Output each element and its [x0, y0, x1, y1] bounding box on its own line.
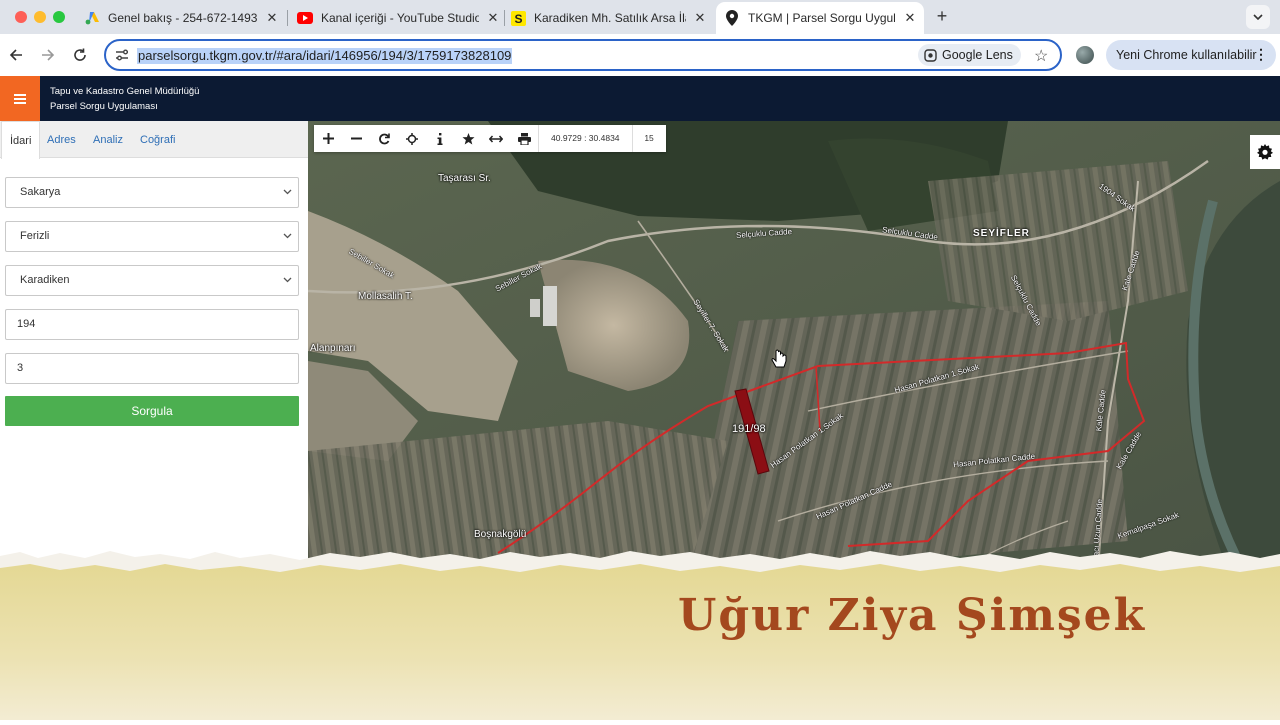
arrow-left-icon: [9, 49, 22, 61]
site-settings-icon[interactable]: [114, 47, 130, 63]
browser-toolbar: parselsorgu.tkgm.gov.tr/#ara/idari/14695…: [0, 34, 1280, 76]
il-value: Sakarya: [20, 186, 61, 198]
app-header: Tapu ve Kadastro Genel Müdürlüğü Parsel …: [0, 76, 1280, 121]
browser-tab-tkgm[interactable]: TKGM | Parsel Sorgu Uygulaması ✕: [716, 2, 924, 34]
crosshair-icon: [406, 132, 418, 145]
minus-icon: [350, 137, 362, 140]
il-select[interactable]: Sakarya: [5, 177, 299, 208]
browser-tab-youtube-studio[interactable]: Kanal içeriği - YouTube Studio ✕: [297, 4, 501, 32]
sahibinden-icon: S: [510, 10, 526, 26]
tab-title: Karadiken Mh. Satılık Arsa İlanı: [534, 11, 686, 25]
address-bar[interactable]: parselsorgu.tkgm.gov.tr/#ara/idari/14695…: [104, 39, 1062, 71]
youtube-icon: [297, 10, 313, 26]
app-title: Tapu ve Kadastro Genel Müdürlüğü Parsel …: [50, 84, 199, 114]
tab-idari[interactable]: İdari: [1, 121, 41, 159]
tab-close-icon[interactable]: ✕: [264, 10, 280, 26]
tab-separator: [504, 10, 505, 26]
chevron-down-icon: [283, 266, 292, 295]
google-ads-icon: [84, 10, 100, 26]
query-tabs: İdari Adres Analiz Coğrafi: [0, 121, 308, 159]
place-label: SEYİFLER: [973, 228, 1030, 239]
google-lens-button[interactable]: Google Lens: [918, 44, 1021, 66]
print-button[interactable]: [510, 125, 538, 152]
refresh-icon: [379, 133, 390, 144]
info-button[interactable]: [426, 125, 454, 152]
tab-title: Genel bakış - 254-672-1493: [108, 11, 258, 25]
zoom-out-button[interactable]: [342, 125, 370, 152]
back-button[interactable]: [6, 45, 26, 65]
window-zoom-button[interactable]: [53, 11, 65, 23]
arrow-right-icon: [42, 49, 55, 61]
tab-close-icon[interactable]: ✕: [692, 10, 708, 26]
satellite-imagery: [308, 121, 1280, 571]
mahalle-select[interactable]: Karadiken: [5, 265, 299, 296]
map-toolbar: 40.9729 : 30.4834 15: [314, 125, 666, 152]
browser-tab-strip: Genel bakış - 254-672-1493 ✕ Kanal içeri…: [0, 0, 1280, 34]
map-view[interactable]: 40.9729 : 30.4834 15 Taşarası Sr. SEYİFL…: [308, 121, 1280, 571]
tab-analiz[interactable]: Analiz: [85, 121, 131, 158]
app-name: Parsel Sorgu Uygulaması: [50, 101, 158, 112]
place-label: Boşnakgölü: [474, 529, 527, 540]
map-settings-button[interactable]: [1250, 135, 1280, 169]
place-label: Taşarası Sr.: [438, 173, 491, 184]
mahalle-value: Karadiken: [20, 274, 70, 286]
svg-text:S: S: [514, 12, 522, 26]
parsel-input[interactable]: 3: [5, 353, 299, 384]
chevron-down-icon: [283, 222, 292, 251]
chevron-down-icon: [1253, 14, 1263, 20]
printer-icon: [517, 132, 531, 145]
lens-icon: [924, 48, 937, 62]
menu-button[interactable]: [0, 76, 40, 121]
coordinate-readout: 40.9729 : 30.4834: [538, 125, 632, 152]
star-icon: [462, 132, 474, 144]
favorite-button[interactable]: [454, 125, 482, 152]
ilce-value: Ferizli: [20, 230, 50, 242]
tab-search-button[interactable]: [1246, 5, 1270, 29]
profile-avatar[interactable]: [1076, 46, 1094, 64]
more-options-icon[interactable]: ⋮: [1254, 46, 1268, 63]
locate-button[interactable]: [398, 125, 426, 152]
horizontal-arrows-icon: [489, 134, 503, 143]
chevron-down-icon: [283, 178, 292, 207]
author-name: Uğur Ziya Şimşek: [678, 590, 1147, 641]
tab-close-icon[interactable]: ✕: [485, 10, 501, 26]
zoom-level: 15: [631, 125, 666, 152]
tab-title: TKGM | Parsel Sorgu Uygulaması: [748, 11, 896, 25]
gear-icon: [1257, 144, 1273, 160]
ada-input[interactable]: 194: [5, 309, 299, 340]
location-pin-icon: [724, 10, 740, 26]
chrome-update-label: Yeni Chrome kullanılabilir: [1116, 48, 1257, 62]
forward-button[interactable]: [38, 45, 58, 65]
google-lens-label: Google Lens: [942, 48, 1013, 62]
measure-button[interactable]: [482, 125, 510, 152]
tab-adres[interactable]: Adres: [39, 121, 84, 158]
window-close-button[interactable]: [15, 11, 27, 23]
tab-cografi[interactable]: Coğrafi: [132, 121, 183, 158]
place-label: Mollasalih T.: [358, 291, 413, 302]
bookmark-star-icon[interactable]: ☆: [1034, 46, 1048, 66]
place-label: Alanpınarı: [310, 343, 356, 354]
hamburger-icon: [14, 93, 26, 104]
ilce-select[interactable]: Ferizli: [5, 221, 299, 252]
plus-icon: [322, 133, 334, 144]
window-minimize-button[interactable]: [34, 11, 46, 23]
chrome-update-button[interactable]: Yeni Chrome kullanılabilir ⋮: [1106, 40, 1276, 70]
reload-icon: [74, 48, 86, 61]
new-tab-button[interactable]: +: [934, 6, 950, 27]
parcel-label: 191/98: [732, 423, 766, 435]
info-icon: [437, 132, 443, 145]
reload-button[interactable]: [70, 45, 90, 65]
tab-separator: [287, 10, 288, 26]
tab-close-icon[interactable]: ✕: [902, 10, 918, 26]
org-name: Tapu ve Kadastro Genel Müdürlüğü: [50, 86, 200, 97]
tab-title: Kanal içeriği - YouTube Studio: [321, 11, 479, 25]
zoom-in-button[interactable]: [314, 125, 342, 152]
browser-tab-google-ads[interactable]: Genel bakış - 254-672-1493 ✕: [84, 4, 280, 32]
browser-tab-sahibinden[interactable]: S Karadiken Mh. Satılık Arsa İlanı ✕: [510, 4, 708, 32]
refresh-button[interactable]: [370, 125, 398, 152]
url-text[interactable]: parselsorgu.tkgm.gov.tr/#ara/idari/14695…: [137, 48, 513, 64]
sorgula-button[interactable]: Sorgula: [5, 396, 299, 426]
